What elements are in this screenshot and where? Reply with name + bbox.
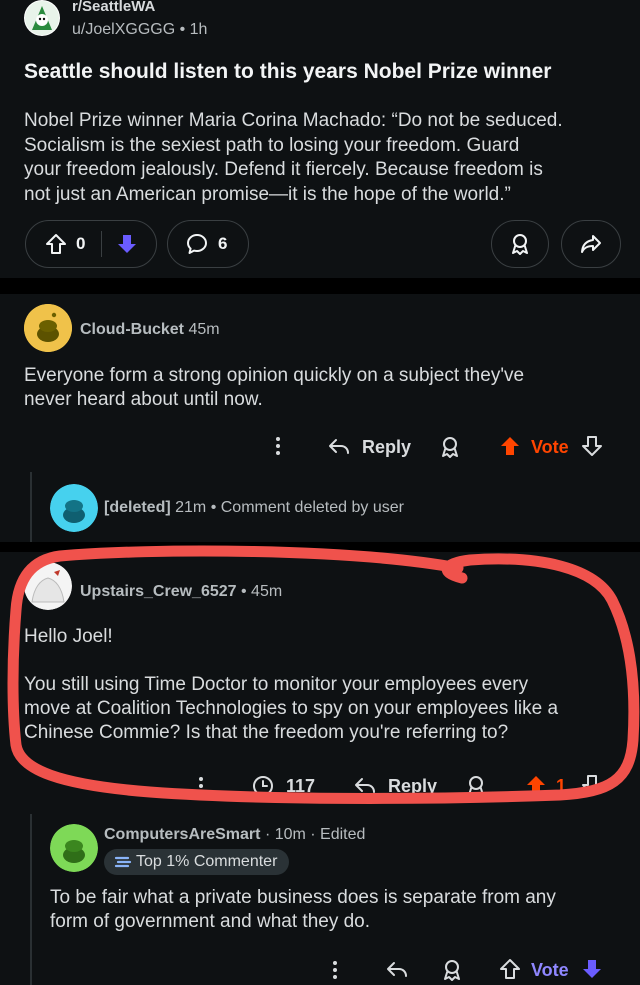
annotation-circle (7, 545, 640, 804)
